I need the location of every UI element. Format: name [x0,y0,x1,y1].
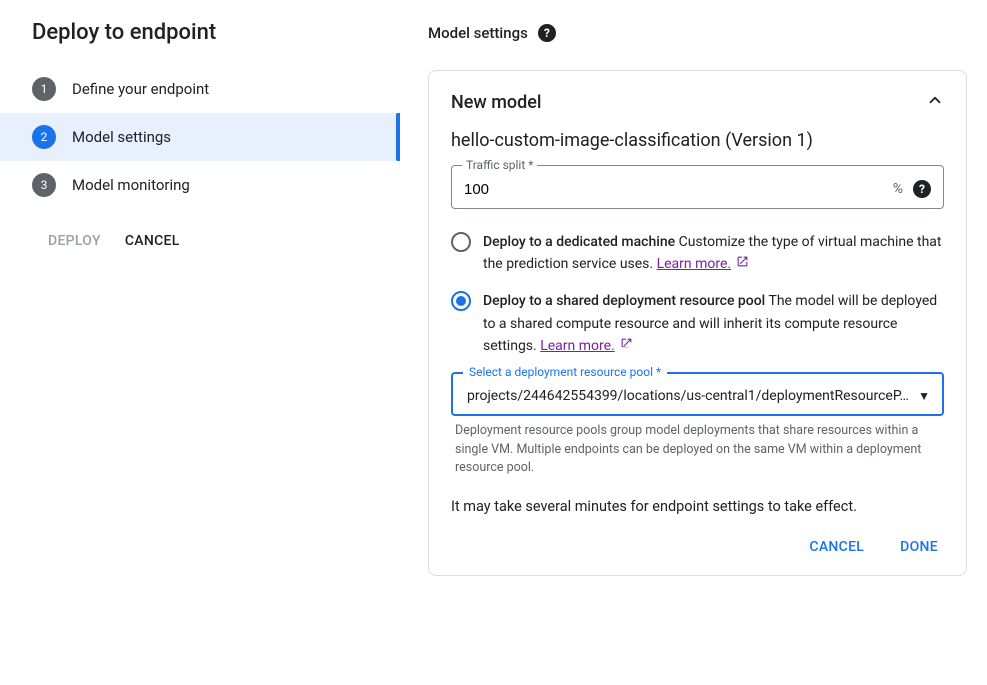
card-title: New model [451,92,542,113]
learn-more-link[interactable]: Learn more. [657,256,732,272]
model-display-name: hello-custom-image-classification (Versi… [451,130,944,151]
section-title: Model settings [428,24,528,42]
page-title: Deploy to endpoint [0,20,400,65]
traffic-split-field[interactable]: Traffic split * % ? [451,165,944,209]
radio-icon [451,291,471,311]
card-header[interactable]: New model [451,91,944,114]
chevron-up-icon [926,91,944,114]
field-label: Traffic split * [462,158,537,172]
resource-pool-select[interactable]: Select a deployment resource pool * proj… [451,372,944,416]
deploy-button: DEPLOY [48,233,101,249]
helper-text: Deployment resource pools group model de… [455,422,940,478]
learn-more-link[interactable]: Learn more. [540,338,615,354]
step-label: Model settings [72,128,171,146]
wizard-actions: DEPLOY CANCEL [0,209,400,273]
done-button[interactable]: DONE [900,539,938,555]
radio-description: Deploy to a dedicated machine Customize … [483,231,944,276]
unit-label: % [893,181,903,197]
traffic-split-input[interactable] [464,181,893,198]
model-card: New model hello-custom-image-classificat… [428,70,967,576]
select-value: projects/244642554399/locations/us-centr… [467,388,918,404]
step-number-badge: 1 [32,77,56,101]
help-icon[interactable]: ? [913,180,931,198]
cancel-button[interactable]: CANCEL [125,233,180,249]
help-icon[interactable]: ? [538,24,556,42]
cancel-button[interactable]: CANCEL [809,539,864,555]
step-number-badge: 3 [32,173,56,197]
card-actions: CANCEL DONE [451,539,944,555]
radio-shared-pool[interactable]: Deploy to a shared deployment resource p… [451,290,944,358]
step-number-badge: 2 [32,125,56,149]
step-model-monitoring[interactable]: 3 Model monitoring [0,161,400,209]
radio-dedicated-machine[interactable]: Deploy to a dedicated machine Customize … [451,231,944,276]
option-title: Deploy to a shared deployment resource p… [483,293,765,309]
step-model-settings[interactable]: 2 Model settings [0,113,400,161]
radio-description: Deploy to a shared deployment resource p… [483,290,944,358]
field-label: Select a deployment resource pool * [463,365,667,379]
dropdown-icon: ▼ [918,389,930,403]
section-heading: Model settings ? [428,24,967,42]
external-link-icon [617,339,633,354]
step-label: Model monitoring [72,176,190,194]
external-link-icon [733,257,749,272]
main-panel: Model settings ? New model hello-custom-… [400,0,987,685]
step-define-endpoint[interactable]: 1 Define your endpoint [0,65,400,113]
option-title: Deploy to a dedicated machine [483,234,675,250]
stepper: 1 Define your endpoint 2 Model settings … [0,65,400,209]
sidebar: Deploy to endpoint 1 Define your endpoin… [0,0,400,685]
step-label: Define your endpoint [72,80,209,98]
radio-icon [451,232,471,252]
info-text: It may take several minutes for endpoint… [451,498,944,515]
